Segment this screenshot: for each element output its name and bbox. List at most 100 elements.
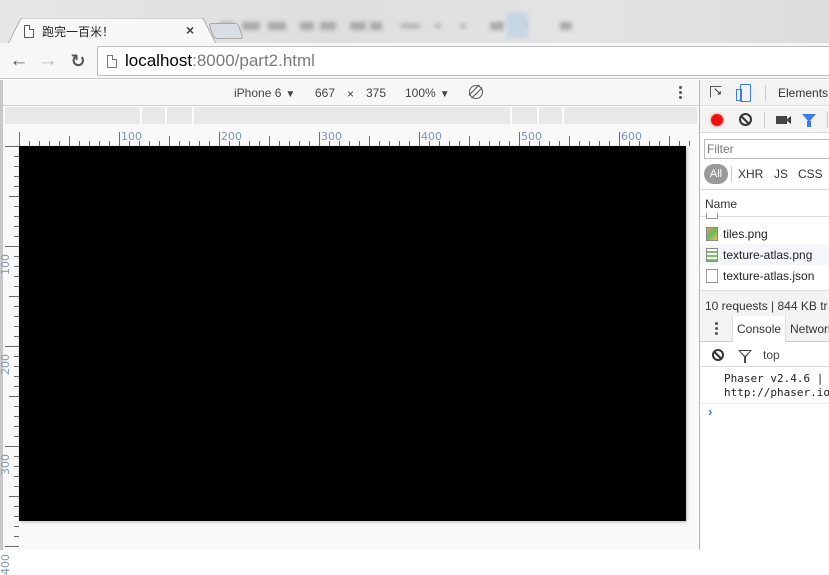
- media-query-segment[interactable]: [564, 107, 697, 124]
- zoom-value: 100%: [405, 86, 436, 100]
- game-canvas[interactable]: [19, 146, 686, 521]
- type-filter-css[interactable]: CSS: [798, 167, 823, 181]
- media-query-segment[interactable]: [194, 107, 512, 124]
- ruler-tick: [419, 132, 420, 146]
- ruler-tick: [5, 146, 19, 147]
- url-host: localhost: [125, 51, 193, 70]
- ruler-tick: [9, 396, 19, 397]
- filter-icon[interactable]: [802, 114, 816, 127]
- media-query-segment[interactable]: [512, 107, 539, 124]
- ruler-label: 500: [521, 130, 542, 143]
- ruler-tick: [369, 136, 370, 146]
- ruler-label: 100: [0, 254, 12, 275]
- width-input[interactable]: 667: [315, 86, 335, 100]
- height-input[interactable]: 375: [366, 86, 386, 100]
- device-name: iPhone 6: [234, 86, 282, 100]
- divider: [731, 166, 732, 182]
- ruler-tick: [469, 136, 470, 146]
- media-query-segment[interactable]: [539, 107, 564, 124]
- ruler-tick: [19, 132, 20, 146]
- more-options-icon[interactable]: [679, 86, 683, 100]
- ruler-tick: [319, 132, 320, 146]
- address-bar[interactable]: localhost :8000/part2.html: [97, 46, 829, 76]
- document-file-icon: [706, 213, 718, 219]
- dimension-times: ×: [347, 87, 355, 101]
- filter-icon[interactable]: [738, 350, 752, 363]
- ruler-tick: [169, 136, 170, 146]
- console-prompt-icon[interactable]: ›: [708, 404, 712, 419]
- horizontal-ruler: 100 200 300 400 500 600: [3, 124, 699, 146]
- request-row[interactable]: texture-atlas.png: [700, 244, 829, 265]
- new-tab-button[interactable]: [208, 23, 244, 39]
- console-message: Phaser v2.4.6 | http://phaser.io: [700, 372, 829, 404]
- ruler-tick: [619, 132, 620, 146]
- browser-tab-strip: 跑完一百米！ ×: [0, 0, 829, 43]
- record-icon[interactable]: [711, 114, 723, 126]
- tab-network[interactable]: Network: [786, 316, 829, 342]
- request-row-partial[interactable]: [700, 213, 829, 219]
- ruler-tick: [69, 136, 70, 146]
- ruler-tick: [669, 136, 670, 146]
- ruler-tick: [569, 136, 570, 146]
- type-filter-js[interactable]: JS: [774, 167, 788, 181]
- ruler-label: 300: [321, 130, 342, 143]
- divider: [764, 112, 765, 128]
- ruler-tick: [14, 526, 19, 527]
- background-highlight: [506, 12, 528, 38]
- tab-close-icon[interactable]: ×: [186, 22, 194, 38]
- rotate-icon[interactable]: [469, 85, 483, 99]
- media-query-segment[interactable]: [5, 107, 142, 124]
- ruler-label: 200: [0, 354, 12, 375]
- camera-icon[interactable]: [776, 116, 791, 124]
- document-file-icon: [706, 268, 718, 283]
- ruler-tick: [689, 141, 690, 146]
- navigation-bar: ← → ↻ localhost :8000/part2.html: [0, 43, 829, 79]
- reload-button[interactable]: ↻: [67, 50, 89, 72]
- inspect-element-icon[interactable]: [710, 86, 722, 98]
- device-toolbar: iPhone 6 ▼ 667 × 375 100% ▼: [3, 80, 699, 106]
- console-toolbar: top: [700, 343, 829, 367]
- request-name: tiles.png: [723, 226, 768, 241]
- ruler-tick: [9, 296, 19, 297]
- console-message-line[interactable]: http://phaser.io: [724, 386, 829, 400]
- ruler-label: 200: [221, 130, 242, 143]
- clear-console-icon[interactable]: [712, 349, 724, 361]
- request-name: texture-atlas.json: [723, 268, 815, 283]
- page-icon: [107, 54, 117, 68]
- ruler-tick: [219, 132, 220, 146]
- ruler-tick: [9, 496, 19, 497]
- ruler-tick: [5, 446, 19, 447]
- drawer-tab-bar: Console Network: [700, 316, 829, 342]
- image-file-icon: [706, 226, 718, 241]
- ruler-tick: [269, 136, 270, 146]
- filter-input[interactable]: [704, 139, 829, 159]
- chevron-down-icon: ▼: [285, 89, 296, 100]
- device-mode-icon[interactable]: [736, 84, 751, 102]
- chevron-down-icon: ▼: [439, 89, 450, 100]
- media-query-bar[interactable]: [5, 107, 697, 124]
- zoom-select[interactable]: 100% ▼: [405, 86, 450, 100]
- divider: [827, 112, 828, 128]
- request-row[interactable]: texture-atlas.json: [700, 265, 829, 286]
- media-query-segment[interactable]: [142, 107, 167, 124]
- device-emulation-viewport: iPhone 6 ▼ 667 × 375 100% ▼ 100 200 300 400 50…: [0, 80, 699, 575]
- active-tab[interactable]: 跑完一百米！: [24, 21, 204, 41]
- back-button[interactable]: ←: [8, 50, 30, 72]
- request-name: texture-atlas.png: [723, 247, 813, 262]
- resource-type-filters: All XHR JS CSS: [700, 163, 829, 185]
- url-path: :8000/part2.html: [192, 51, 315, 70]
- type-filter-all[interactable]: All: [704, 164, 728, 184]
- forward-button[interactable]: →: [37, 50, 59, 72]
- devtools-main-toolbar: Elements: [700, 80, 829, 106]
- context-select[interactable]: top: [763, 348, 780, 362]
- tab-elements[interactable]: Elements: [778, 86, 828, 100]
- clear-icon[interactable]: [739, 113, 752, 126]
- ruler-tick: [519, 132, 520, 146]
- device-select[interactable]: iPhone 6 ▼: [234, 86, 295, 100]
- type-filter-xhr[interactable]: XHR: [738, 167, 763, 181]
- request-row[interactable]: tiles.png: [700, 223, 829, 244]
- ruler-tick: [5, 246, 19, 247]
- tab-console[interactable]: Console: [732, 316, 787, 342]
- media-query-segment[interactable]: [167, 107, 194, 124]
- drawer-menu-icon[interactable]: [715, 322, 718, 336]
